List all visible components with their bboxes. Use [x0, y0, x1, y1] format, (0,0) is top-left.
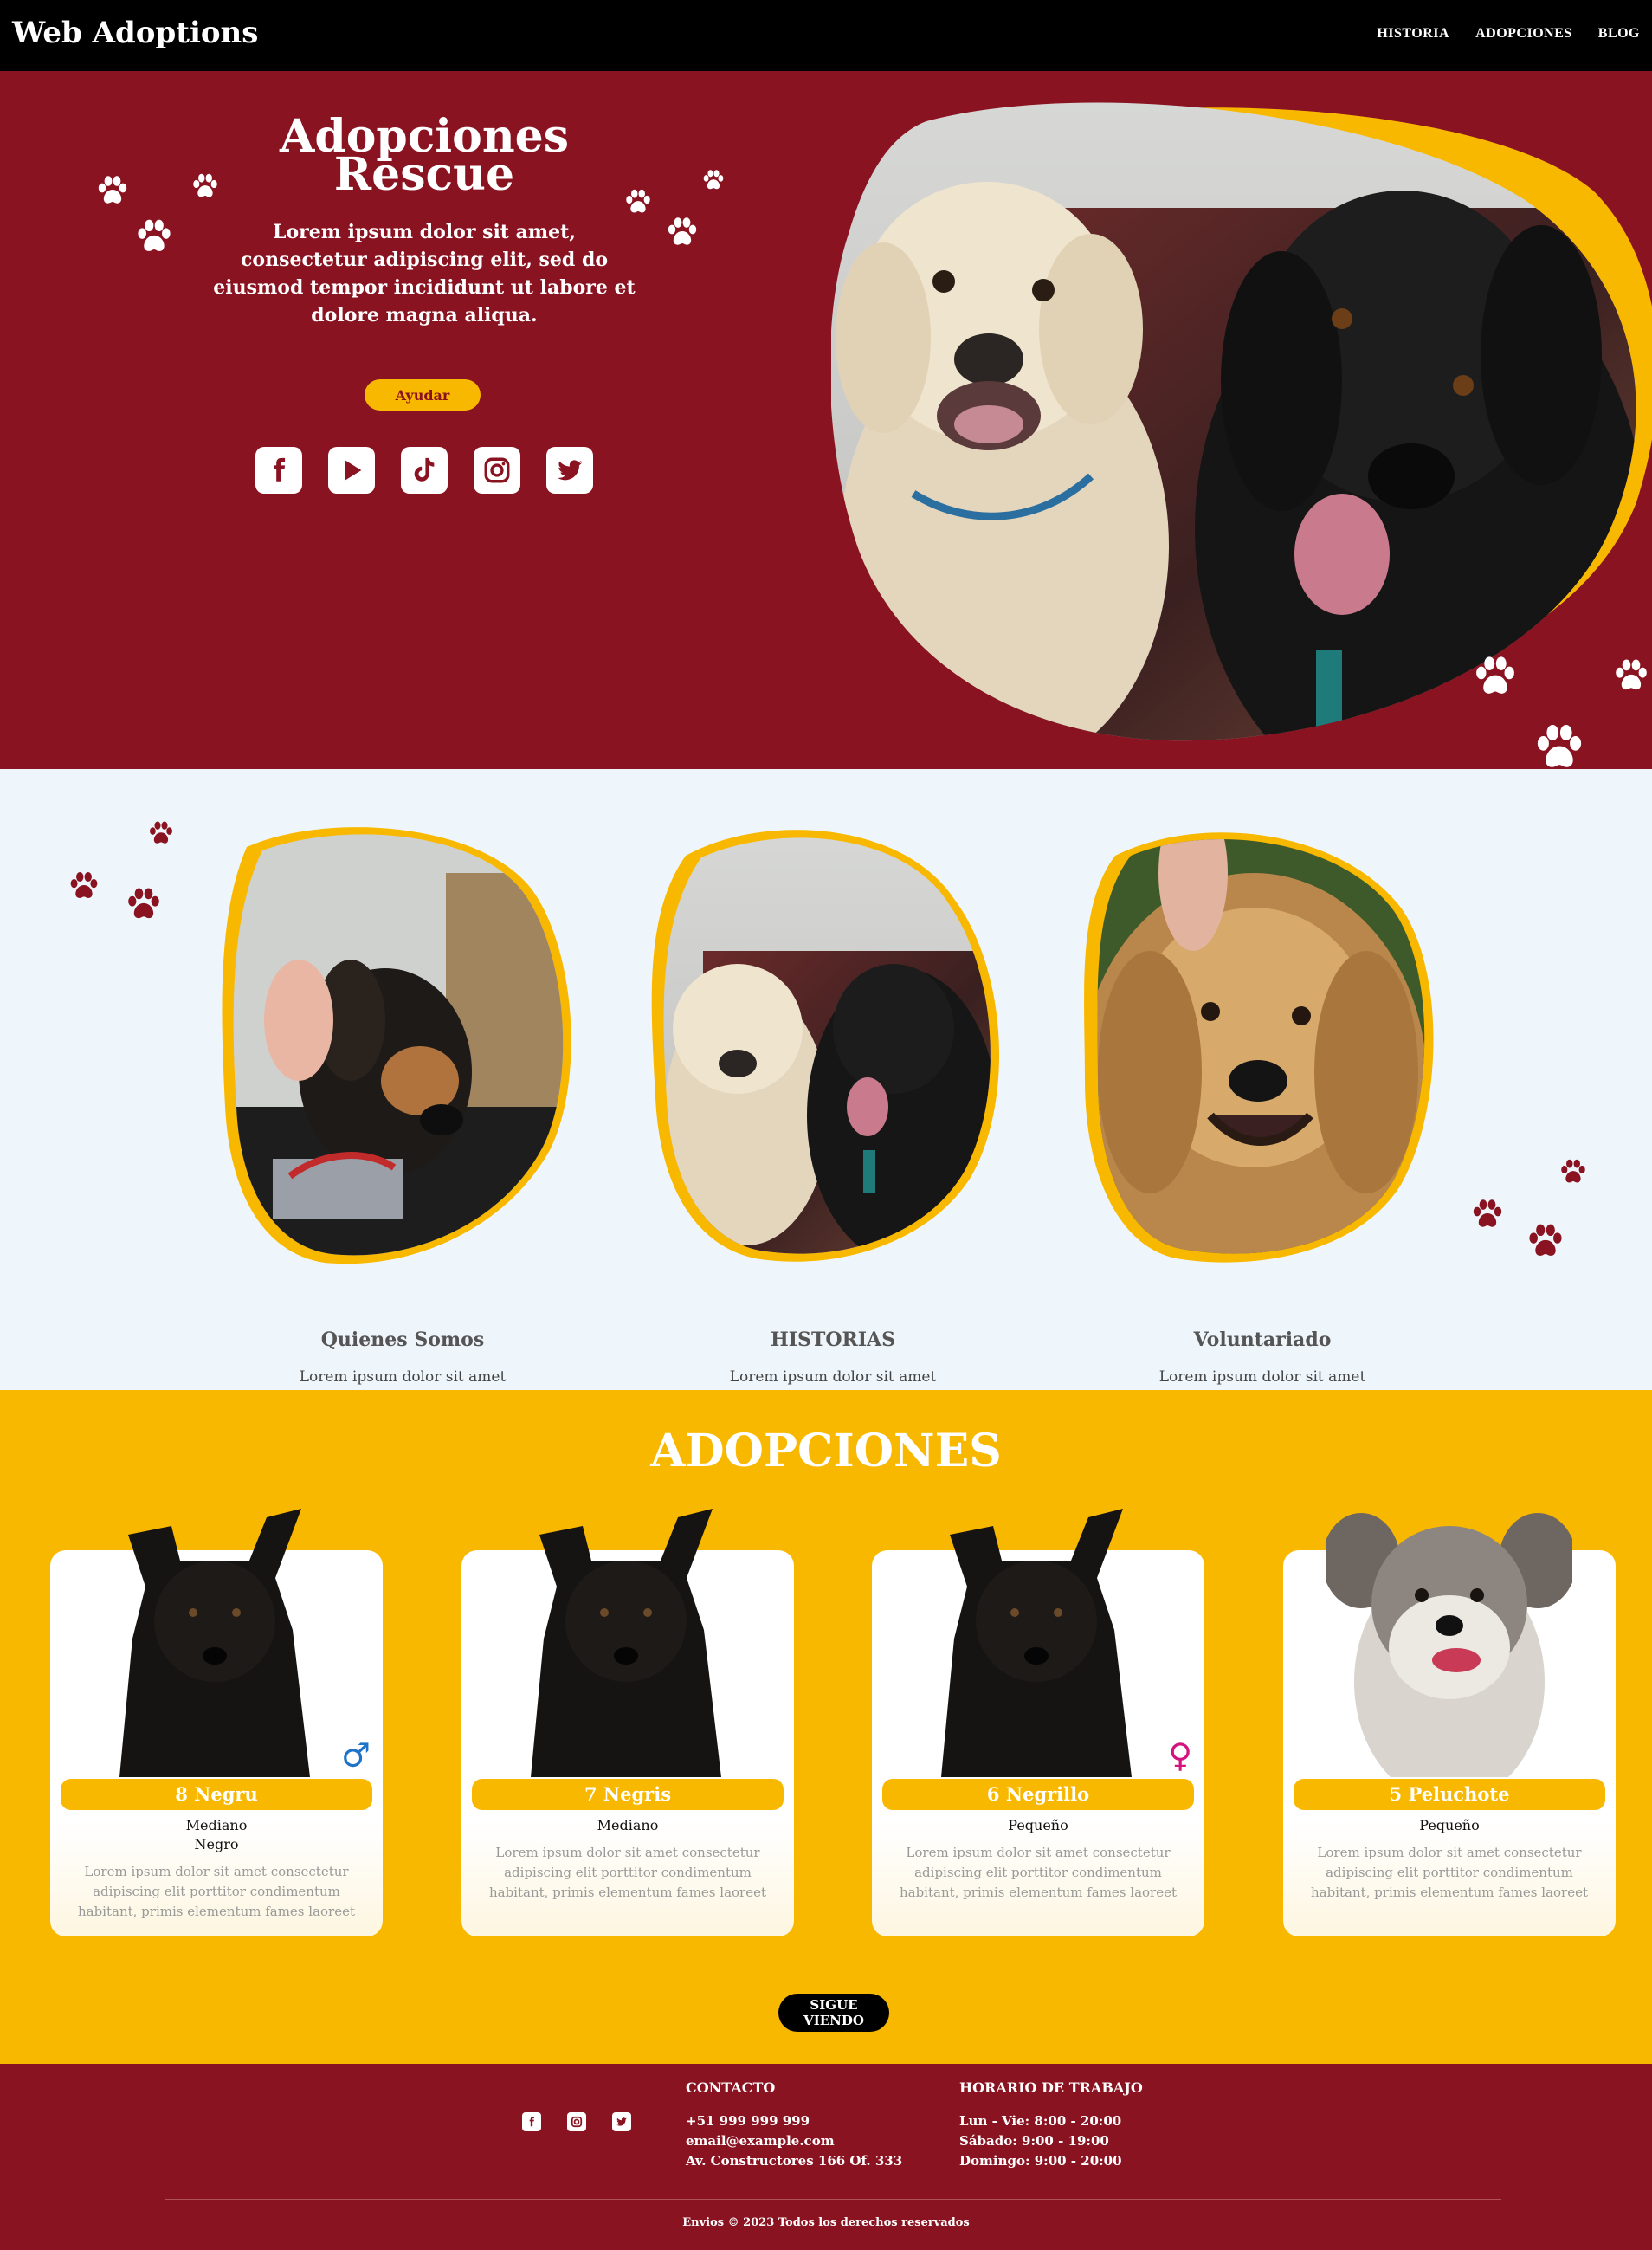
pet-photo-black-dog: [941, 1509, 1132, 1777]
pet-size: Pequeño: [1419, 1817, 1480, 1833]
pet-card[interactable]: ♀ 6 Negrillo Pequeño Lorem ipsum dolor s…: [872, 1509, 1204, 1936]
nav-link-blog[interactable]: BLOG: [1598, 26, 1640, 42]
feature-quienes-somos[interactable]: Quienes Somos Lorem ipsum dolor sit amet: [221, 821, 584, 1386]
youtube-icon[interactable]: [328, 447, 375, 494]
instagram-icon[interactable]: [567, 2112, 586, 2131]
facebook-icon[interactable]: [522, 2112, 541, 2131]
footer-hours-heading: HORARIO DE TRABAJO: [959, 2079, 1143, 2096]
facebook-icon[interactable]: [255, 447, 302, 494]
paw-icon: [1470, 1197, 1505, 1232]
footer-hours-line: Lun - Vie: 8:00 - 20:00: [959, 2113, 1122, 2129]
adoptions-heading: ADOPCIONES: [650, 1425, 1002, 1477]
pet-description: Lorem ipsum dolor sit amet consectetur a…: [77, 1864, 356, 1919]
feature-title: Quienes Somos: [320, 1329, 485, 1351]
paw-icon: [665, 215, 700, 249]
pet-description: Lorem ipsum dolor sit amet consectetur a…: [488, 1845, 767, 1900]
feature-voluntariado[interactable]: Voluntariado Lorem ipsum dolor sit amet: [1081, 821, 1444, 1386]
top-navbar: Web Adoptions HISTORIA ADOPCIONES BLOG: [0, 0, 1652, 71]
help-button[interactable]: Ayudar: [365, 379, 481, 411]
footer-contact-heading: CONTACTO: [686, 2079, 776, 2096]
pet-name: 8 Negru: [61, 1779, 372, 1810]
adoptions-section: ADOPCIONES ♂ 8 Negru Mediano Negro Lorem…: [0, 1390, 1652, 2064]
paw-icon: [1533, 721, 1586, 769]
paw-icon: [134, 217, 174, 256]
paw-icon: [1526, 1221, 1565, 1261]
hero-description: Lorem ipsum dolor sit amet, consectetur …: [213, 221, 636, 327]
footer-address: Av. Constructores 166 Of. 333: [686, 2153, 903, 2169]
twitter-icon[interactable]: [612, 2112, 631, 2131]
feature-historias[interactable]: HISTORIAS Lorem ipsum dolor sit amet: [651, 821, 1015, 1386]
paw-icon: [1612, 656, 1650, 695]
footer-divider: [165, 2199, 1501, 2200]
pet-size: Pequeño: [1008, 1817, 1068, 1833]
nav-link-historia[interactable]: HISTORIA: [1377, 26, 1449, 42]
pet-name: 7 Negris: [472, 1779, 784, 1810]
feature-title: Voluntariado: [1193, 1329, 1332, 1351]
nav-links: HISTORIA ADOPCIONES BLOG: [1377, 26, 1640, 42]
site-footer: CONTACTO +51 999 999 999 email@example.c…: [0, 2064, 1652, 2250]
female-icon: ♀: [1168, 1736, 1192, 1775]
footer-hours-line: Domingo: 9:00 - 20:00: [959, 2153, 1122, 2169]
feature-description: Lorem ipsum dolor sit amet: [729, 1368, 937, 1386]
footer-social-links: [522, 2112, 631, 2131]
pet-photo-black-dog: [531, 1509, 721, 1777]
hero-social-links: [255, 447, 593, 494]
site-logo[interactable]: Web Adoptions: [12, 16, 258, 50]
hero-title-line2: Rescue: [333, 148, 515, 201]
hero-title: Adopciones Rescue: [216, 114, 632, 201]
tiktok-icon[interactable]: [401, 447, 448, 494]
feature-photo-golden-retriever: [1084, 832, 1434, 1263]
paw-icon: [95, 173, 130, 208]
paw-icon: [1472, 653, 1519, 700]
hero-dogs-photo: [831, 95, 1652, 753]
pet-description: Lorem ipsum dolor sit amet consectetur a…: [899, 1845, 1178, 1900]
feature-photo-dog-petting: [222, 827, 571, 1264]
paw-icon: [1558, 1157, 1588, 1186]
pet-photo-schnauzer: [1326, 1513, 1572, 1777]
footer-email[interactable]: email@example.com: [686, 2131, 902, 2151]
footer-copyright: Envios © 2023 Todos los derechos reserva…: [682, 2216, 970, 2229]
footer-hours: HORARIO DE TRABAJO Lun - Vie: 8:00 - 20:…: [959, 2079, 1143, 2171]
see-more-button[interactable]: SIGUE VIENDO: [778, 1994, 889, 2032]
pet-photo-black-dog: [119, 1509, 310, 1777]
feature-photo-two-dogs: [651, 830, 1000, 1262]
pet-description: Lorem ipsum dolor sit amet consectetur a…: [1310, 1845, 1589, 1900]
footer-contact: CONTACTO +51 999 999 999 email@example.c…: [686, 2079, 902, 2171]
pet-name: 6 Negrillo: [882, 1779, 1194, 1810]
pet-color: Negro: [194, 1836, 239, 1852]
features-section: Quienes Somos Lorem ipsum dolor sit amet…: [0, 769, 1652, 1390]
pet-size: Mediano: [597, 1817, 659, 1833]
pet-card[interactable]: ♂ 8 Negru Mediano Negro Lorem ipsum dolo…: [50, 1509, 383, 1936]
pet-card[interactable]: 5 Peluchote Pequeño Lorem ipsum dolor si…: [1283, 1513, 1616, 1936]
paw-icon: [68, 870, 100, 902]
nav-link-adopciones[interactable]: ADOPCIONES: [1475, 26, 1572, 42]
paw-icon: [701, 168, 726, 192]
footer-phone[interactable]: +51 999 999 999: [686, 2111, 902, 2131]
feature-description: Lorem ipsum dolor sit amet: [299, 1368, 507, 1386]
feature-description: Lorem ipsum dolor sit amet: [1158, 1368, 1366, 1386]
paw-icon: [147, 819, 175, 847]
paw-icon: [190, 171, 220, 201]
feature-title: HISTORIAS: [770, 1329, 896, 1351]
instagram-icon[interactable]: [474, 447, 520, 494]
paw-icon: [125, 885, 163, 923]
male-icon: ♂: [340, 1736, 371, 1775]
footer-hours-line: Sábado: 9:00 - 19:00: [959, 2133, 1109, 2149]
twitter-icon[interactable]: [546, 447, 593, 494]
pet-size: Mediano: [185, 1817, 248, 1833]
pet-name: 5 Peluchote: [1294, 1779, 1605, 1810]
hero-section: Adopciones Rescue Lorem ipsum dolor sit …: [0, 71, 1652, 769]
pet-card[interactable]: 7 Negris Mediano Lorem ipsum dolor sit a…: [461, 1509, 794, 1936]
